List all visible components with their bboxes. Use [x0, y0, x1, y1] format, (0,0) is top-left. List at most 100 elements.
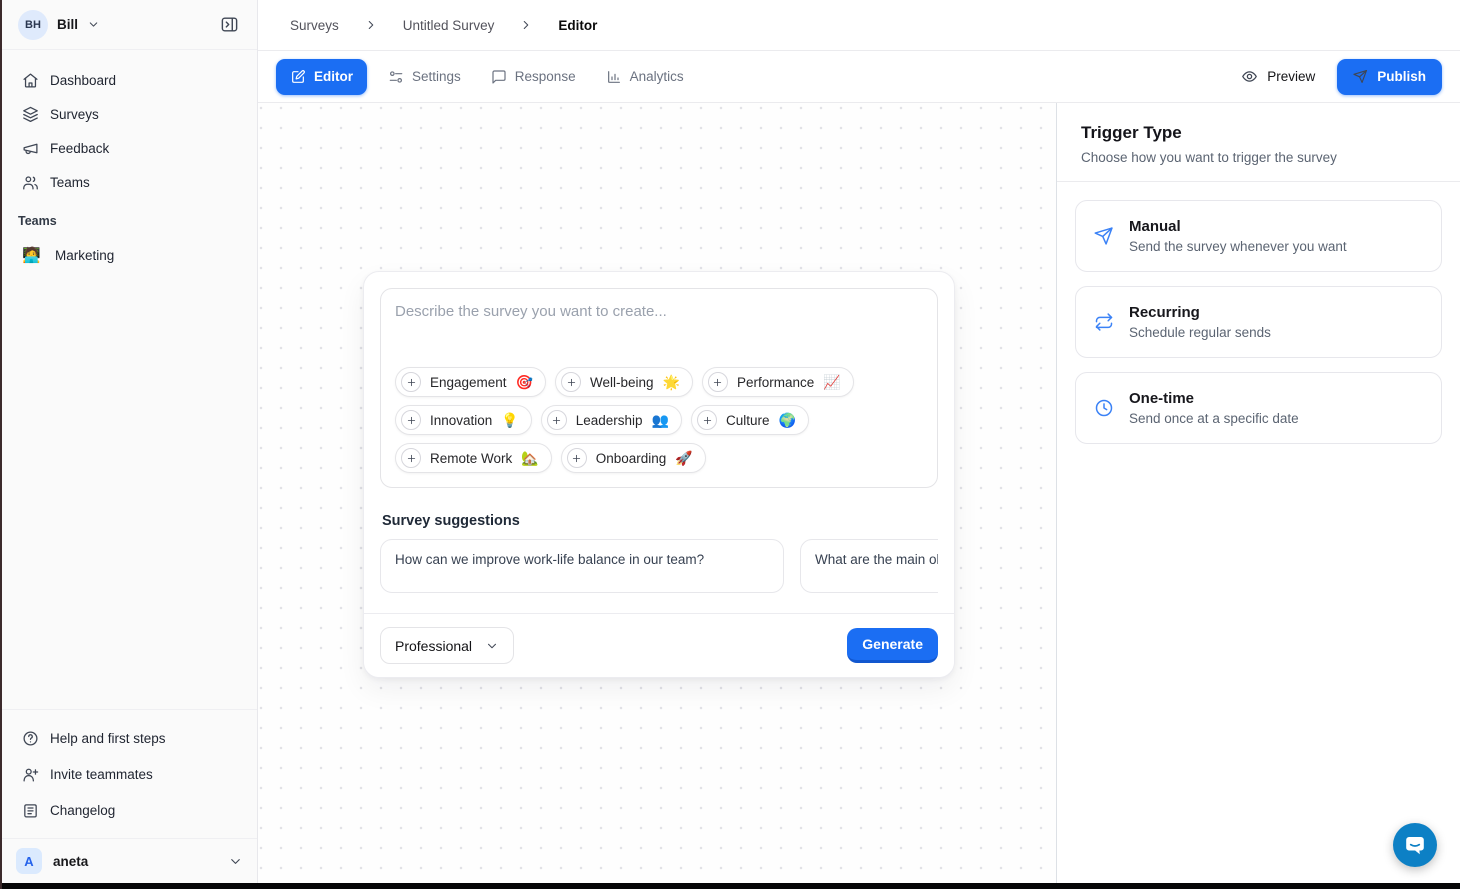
workspace-name: Bill	[57, 17, 78, 32]
sidebar-item-feedback[interactable]: Feedback	[12, 131, 245, 165]
trigger-option-description: Send once at a specific date	[1129, 411, 1299, 426]
team-emoji-icon: 🧑‍💻	[22, 246, 39, 264]
chevron-right-icon	[519, 18, 533, 32]
home-icon	[22, 72, 39, 89]
panel-title: Trigger Type	[1081, 123, 1436, 143]
chevron-right-icon	[364, 18, 378, 32]
message-icon	[491, 69, 507, 85]
chip-label: Engagement	[430, 375, 507, 390]
chat-bubble-icon	[1403, 833, 1427, 857]
trigger-option-recurring[interactable]: Recurring Schedule regular sends	[1075, 286, 1442, 358]
clock-icon	[1094, 398, 1114, 418]
chip-emoji: 🌟	[663, 375, 680, 389]
topic-chip-remote-work[interactable]: Remote Work 🏡	[395, 443, 552, 473]
teams-section-label: Teams	[12, 199, 245, 238]
suggestion-card[interactable]: What are the main ob	[800, 539, 938, 593]
sidebar-item-label: Feedback	[50, 141, 109, 156]
chevron-down-icon	[485, 639, 499, 653]
sidebar-item-help[interactable]: Help and first steps	[12, 720, 245, 756]
survey-generator-card: Engagement 🎯 Well-being 🌟 Performance	[363, 271, 955, 678]
plus-icon	[697, 410, 717, 430]
topic-chip-innovation[interactable]: Innovation 💡	[395, 405, 532, 435]
window-left-edge	[0, 0, 2, 889]
sidebar-item-label: Help and first steps	[50, 731, 166, 746]
eye-icon	[1241, 68, 1258, 85]
analytics-icon	[606, 69, 622, 85]
chip-emoji: 🎯	[516, 375, 533, 389]
chip-label: Innovation	[430, 413, 492, 428]
tone-select[interactable]: Professional	[380, 627, 514, 664]
tab-analytics[interactable]: Analytics	[597, 59, 693, 95]
send-icon	[1094, 226, 1114, 246]
chip-emoji: 🏡	[521, 451, 538, 465]
account-menu[interactable]: A aneta	[0, 838, 257, 883]
sidebar-item-invite[interactable]: Invite teammates	[12, 756, 245, 792]
layers-icon	[22, 106, 39, 123]
tab-editor[interactable]: Editor	[276, 59, 367, 95]
chat-messenger-button[interactable]	[1393, 823, 1437, 867]
user-plus-icon	[22, 766, 39, 783]
trigger-option-manual[interactable]: Manual Send the survey whenever you want	[1075, 200, 1442, 272]
trigger-type-panel: Trigger Type Choose how you want to trig…	[1057, 103, 1460, 883]
sidebar-item-label: Changelog	[50, 803, 115, 818]
sidebar: BH Bill Dashboard	[0, 0, 258, 883]
breadcrumb-survey-name[interactable]: Untitled Survey	[403, 18, 495, 33]
account-avatar: A	[16, 848, 42, 874]
chip-emoji: 📈	[823, 375, 840, 389]
sidebar-item-dashboard[interactable]: Dashboard	[12, 63, 245, 97]
trigger-option-title: Manual	[1129, 218, 1347, 235]
suggestion-card[interactable]: How can we improve work-life balance in …	[380, 539, 784, 593]
workspace-avatar: BH	[18, 10, 48, 40]
sidebar-item-surveys[interactable]: Surveys	[12, 97, 245, 131]
trigger-option-description: Send the survey whenever you want	[1129, 239, 1347, 254]
breadcrumb-surveys[interactable]: Surveys	[290, 18, 339, 33]
content-area: Engagement 🎯 Well-being 🌟 Performance	[258, 103, 1460, 883]
window-bottom-edge	[0, 883, 1460, 889]
account-name: aneta	[53, 854, 88, 869]
toolbar-actions: Preview Publish	[1235, 59, 1442, 95]
users-icon	[22, 174, 39, 191]
chip-emoji: 🚀	[675, 451, 692, 465]
suggestions-row: How can we improve work-life balance in …	[380, 539, 938, 593]
generate-button[interactable]: Generate	[847, 628, 938, 663]
generator-footer: Professional Generate	[364, 613, 954, 677]
plus-icon	[547, 410, 567, 430]
prompt-box: Engagement 🎯 Well-being 🌟 Performance	[380, 288, 938, 488]
suggestions-title: Survey suggestions	[382, 513, 936, 529]
sidebar-spacer	[0, 272, 257, 709]
chevron-down-icon	[87, 18, 100, 31]
topic-chip-engagement[interactable]: Engagement 🎯	[395, 367, 546, 397]
topic-chip-leadership[interactable]: Leadership 👥	[541, 405, 682, 435]
trigger-option-title: One-time	[1129, 390, 1299, 407]
workspace-switcher[interactable]: BH Bill	[0, 0, 257, 50]
panel-subtitle: Choose how you want to trigger the surve…	[1081, 150, 1436, 165]
chip-emoji: 🌍	[779, 413, 796, 427]
chip-label: Well-being	[590, 375, 654, 390]
edit-icon	[290, 69, 306, 85]
tab-response[interactable]: Response	[482, 59, 585, 95]
tab-settings[interactable]: Settings	[379, 59, 470, 95]
trigger-options: Manual Send the survey whenever you want…	[1057, 182, 1460, 462]
plus-icon	[401, 410, 421, 430]
topic-chip-onboarding[interactable]: Onboarding 🚀	[561, 443, 706, 473]
sidebar-toggle-button[interactable]	[211, 7, 247, 43]
plus-icon	[401, 372, 421, 392]
topic-chip-culture[interactable]: Culture 🌍	[691, 405, 809, 435]
sidebar-item-teams[interactable]: Teams	[12, 165, 245, 199]
topic-chip-well-being[interactable]: Well-being 🌟	[555, 367, 693, 397]
sidebar-item-marketing[interactable]: 🧑‍💻 Marketing	[12, 238, 245, 272]
app-window: BH Bill Dashboard	[0, 0, 1460, 883]
trigger-option-one-time[interactable]: One-time Send once at a specific date	[1075, 372, 1442, 444]
breadcrumb: Surveys Untitled Survey Editor	[258, 0, 1460, 51]
topic-chip-performance[interactable]: Performance 📈	[702, 367, 854, 397]
chip-emoji: 👥	[652, 413, 669, 427]
trigger-option-text: One-time Send once at a specific date	[1129, 390, 1299, 426]
editor-canvas[interactable]: Engagement 🎯 Well-being 🌟 Performance	[258, 103, 1057, 883]
survey-description-input[interactable]	[395, 303, 923, 367]
chip-label: Performance	[737, 375, 814, 390]
sidebar-item-changelog[interactable]: Changelog	[12, 792, 245, 828]
publish-button[interactable]: Publish	[1337, 59, 1442, 95]
panel-collapse-icon	[220, 15, 239, 34]
topic-chips: Engagement 🎯 Well-being 🌟 Performance	[395, 367, 923, 473]
preview-button[interactable]: Preview	[1235, 67, 1321, 86]
